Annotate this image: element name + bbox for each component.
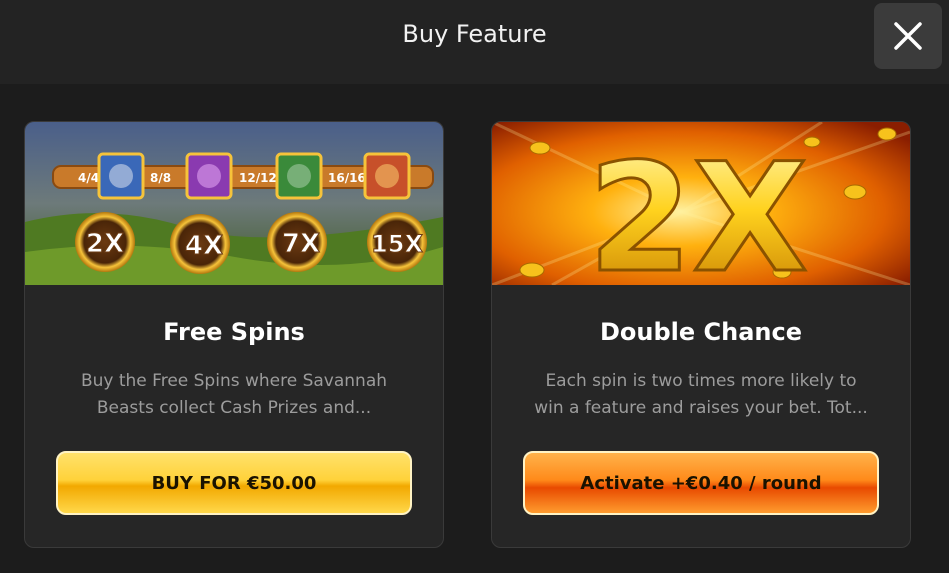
multiplier-big-text: 2X — [588, 132, 808, 285]
double-chance-banner: 2X — [492, 122, 910, 285]
header-bar: Buy Feature — [0, 0, 949, 84]
multiplier-label: 2X — [86, 229, 124, 259]
card-description: Each spin is two times more likely to wi… — [532, 368, 870, 422]
buy-free-spins-button[interactable]: BUY FOR €50.00 — [56, 451, 412, 515]
multiplier-label: 7X — [282, 229, 320, 259]
free-spins-banner: 4/4 8/8 12/12 16/16 2X 4X 7X 15X — [25, 122, 443, 285]
counter-label: 16/16 — [328, 171, 366, 185]
card-description: Buy the Free Spins where Savannah Beasts… — [65, 368, 403, 422]
counter-label: 8/8 — [150, 171, 171, 185]
double-chance-card: 2X Double Chance Each spin is two times … — [491, 121, 911, 548]
free-spins-card: 4/4 8/8 12/12 16/16 2X 4X 7X 15X Free Sp… — [24, 121, 444, 548]
page-title: Buy Feature — [402, 20, 547, 48]
description-line: Beasts collect Cash Prizes and... — [96, 398, 372, 418]
card-title: Double Chance — [599, 318, 803, 346]
counter-label: 4/4 — [78, 171, 99, 185]
multiplier-label: 15X — [371, 230, 423, 258]
description-line: Each spin is two times more likely to — [545, 371, 857, 391]
activate-double-chance-button[interactable]: Activate +€0.40 / round — [523, 451, 879, 515]
close-icon — [894, 22, 922, 50]
card-title: Free Spins — [163, 318, 305, 346]
description-line: win a feature and raises your bet. Tot..… — [534, 398, 868, 418]
multiplier-label: 4X — [185, 231, 223, 261]
close-button[interactable] — [874, 3, 942, 69]
description-line: Buy the Free Spins where Savannah — [80, 371, 388, 391]
counter-label: 12/12 — [239, 171, 277, 185]
